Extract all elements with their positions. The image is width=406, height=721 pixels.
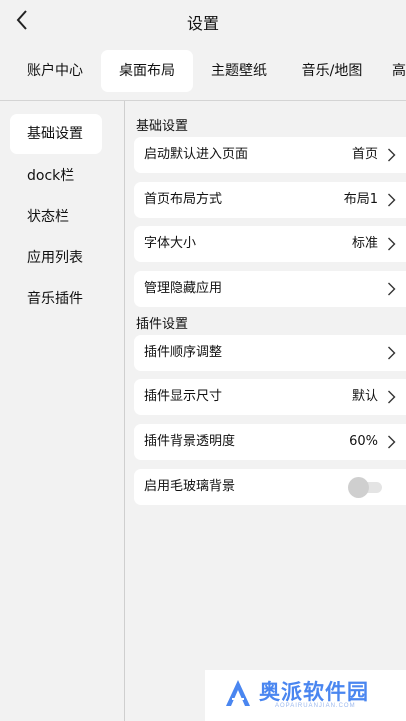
sidebar-item-status-bar[interactable]: 状态栏 [10, 197, 102, 237]
setting-label: 启用毛玻璃背景 [144, 479, 236, 494]
setting-label: 管理隐藏应用 [144, 281, 223, 296]
chevron-right-icon [387, 346, 396, 360]
toggle-knob [348, 477, 369, 498]
setting-label: 首页布局方式 [144, 192, 223, 207]
setting-row-default-page[interactable]: 启动默认进入页面 首页 [134, 137, 406, 173]
tab-account-center[interactable]: 账户中心 [16, 50, 94, 92]
setting-row-home-layout[interactable]: 首页布局方式 布局1 [134, 182, 406, 218]
setting-row-font-size[interactable]: 字体大小 标准 [134, 226, 406, 262]
section-title-basic: 基础设置 [136, 119, 189, 134]
setting-value: 标准 [351, 236, 378, 251]
setting-label: 插件顺序调整 [144, 345, 223, 360]
sidebar-item-music-plugin[interactable]: 音乐插件 [10, 279, 102, 319]
tab-music-map[interactable]: 音乐/地图 [288, 50, 376, 92]
chevron-right-icon [387, 237, 396, 251]
setting-row-hidden-apps[interactable]: 管理隐藏应用 [134, 271, 406, 307]
setting-row-frosted-glass: 启用毛玻璃背景 [134, 469, 406, 505]
setting-label: 插件显示尺寸 [144, 389, 223, 404]
chevron-right-icon [387, 148, 396, 162]
setting-value: 布局1 [343, 192, 378, 207]
sidebar-item-dock[interactable]: dock栏 [10, 156, 102, 196]
sidebar-item-basic-settings[interactable]: 基础设置 [10, 114, 102, 154]
header-bar: 设置 [0, 0, 406, 42]
setting-row-plugin-size[interactable]: 插件显示尺寸 默认 [134, 379, 406, 415]
chevron-right-icon [387, 193, 396, 207]
sidebar-divider [124, 101, 125, 721]
chevron-right-icon [387, 390, 396, 404]
aopai-logo-icon [226, 680, 250, 706]
setting-row-plugin-order[interactable]: 插件顺序调整 [134, 335, 406, 371]
frosted-glass-toggle[interactable] [348, 477, 384, 498]
setting-value: 默认 [351, 389, 378, 404]
setting-label: 插件背景透明度 [144, 434, 236, 449]
section-title-plugin: 插件设置 [136, 317, 189, 332]
watermark-text: 奥派软件园 [259, 680, 369, 704]
tab-advanced[interactable]: 高 [392, 50, 406, 92]
tab-theme-wallpaper[interactable]: 主题壁纸 [200, 50, 278, 92]
tab-desktop-layout[interactable]: 桌面布局 [101, 50, 193, 92]
setting-value: 首页 [351, 147, 378, 162]
chevron-right-icon [387, 282, 396, 296]
setting-value: 60% [349, 434, 378, 449]
tab-bar: 账户中心 桌面布局 主题壁纸 音乐/地图 高 [0, 42, 406, 100]
watermark: 奥派软件园 AOPAIRUANJIAN.COM [205, 670, 406, 721]
chevron-right-icon [387, 435, 396, 449]
setting-label: 字体大小 [144, 236, 197, 251]
sidebar: 基础设置 dock栏 状态栏 应用列表 音乐插件 [0, 101, 124, 721]
setting-row-plugin-opacity[interactable]: 插件背景透明度 60% [134, 424, 406, 460]
sidebar-item-app-list[interactable]: 应用列表 [10, 238, 102, 278]
setting-label: 启动默认进入页面 [144, 147, 249, 162]
page-title: 设置 [186, 14, 219, 33]
watermark-subtext: AOPAIRUANJIAN.COM [275, 703, 356, 709]
